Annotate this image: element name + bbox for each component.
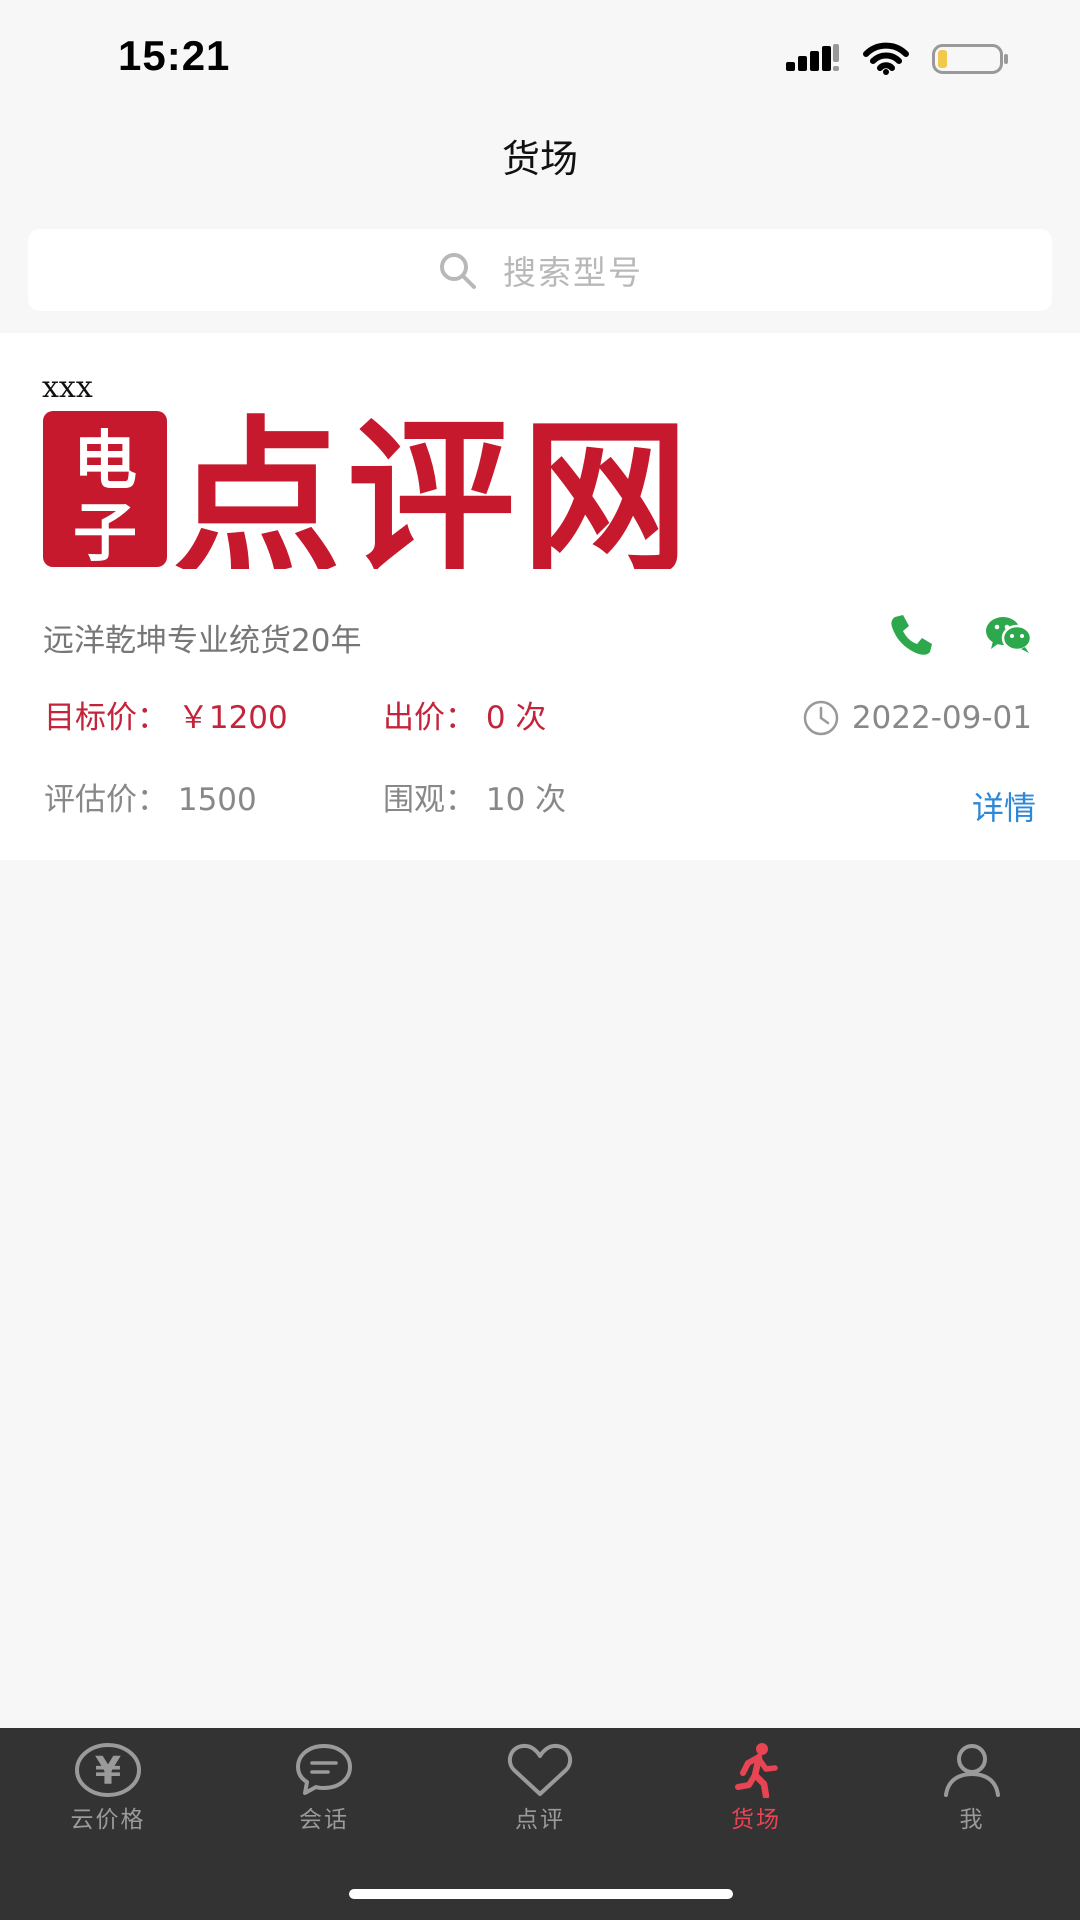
- estimated-price-value: 1500: [177, 782, 257, 818]
- tab-label: 点评: [515, 1807, 565, 1833]
- tab-cloud-price[interactable]: ¥ 云价格: [28, 1742, 188, 1834]
- listing-card[interactable]: xxx 电 子 点评网 远洋乾坤专业统货20年 目标价： ￥1200 出价： 0…: [0, 333, 1080, 860]
- wifi-icon: [863, 42, 909, 75]
- search-input[interactable]: 搜索型号: [28, 229, 1052, 311]
- wechat-icon[interactable]: [985, 616, 1033, 654]
- search-placeholder: 搜索型号: [503, 253, 643, 292]
- phone-icon[interactable]: [888, 613, 934, 657]
- heart-icon: [507, 1743, 573, 1796]
- status-bar: 15:21: [0, 0, 1080, 110]
- clock-icon: [803, 700, 839, 736]
- target-price: 目标价： ￥1200: [44, 703, 288, 734]
- view-count: 围观： 10 次: [383, 785, 566, 816]
- tab-label: 会话: [299, 1807, 349, 1833]
- yen-icon: ¥: [75, 1743, 141, 1797]
- listing-label: xxx: [42, 370, 93, 405]
- svg-text:点评网: 点评网: [173, 409, 695, 569]
- chat-icon: [296, 1744, 352, 1795]
- person-icon: [944, 1744, 1000, 1797]
- view-count-label: 围观：: [383, 782, 476, 818]
- tab-label: 货场: [731, 1807, 781, 1833]
- tab-review[interactable]: 点评: [460, 1742, 620, 1834]
- target-price-value: ￥1200: [177, 700, 288, 736]
- tab-me[interactable]: 我: [892, 1742, 1052, 1834]
- estimated-price: 评估价： 1500: [44, 785, 257, 816]
- status-time: 15:21: [118, 32, 231, 79]
- svg-text:子: 子: [73, 497, 137, 569]
- running-person-icon: [735, 1743, 778, 1798]
- battery-icon: [932, 44, 1008, 74]
- svg-text:电: 电: [73, 425, 137, 499]
- date-text: 2022-09-01: [851, 700, 1032, 736]
- seller-description: 远洋乾坤专业统货20年: [43, 623, 362, 659]
- bid-count: 出价： 0 次: [383, 703, 546, 734]
- listing-image: 电 子 点评网: [43, 409, 765, 569]
- tab-cargo-yard[interactable]: 货场: [676, 1742, 836, 1834]
- svg-text:¥: ¥: [95, 1749, 121, 1793]
- home-indicator[interactable]: [349, 1889, 733, 1899]
- view-count-value: 10 次: [485, 782, 567, 818]
- estimated-price-label: 评估价：: [44, 782, 168, 818]
- bid-count-label: 出价：: [383, 700, 476, 736]
- bid-count-value: 0 次: [485, 700, 547, 736]
- cellular-signal-icon: [786, 44, 839, 71]
- tab-label: 云价格: [70, 1807, 146, 1833]
- tab-conversation[interactable]: 会话: [244, 1742, 404, 1834]
- search-icon: [440, 253, 476, 289]
- tab-label: 我: [959, 1807, 985, 1833]
- listing-date: 2022-09-01: [802, 699, 1032, 737]
- detail-link[interactable]: 详情: [972, 783, 1036, 829]
- target-price-label: 目标价：: [44, 700, 168, 736]
- status-icons: [786, 42, 1010, 76]
- page-title: 货场: [501, 137, 578, 181]
